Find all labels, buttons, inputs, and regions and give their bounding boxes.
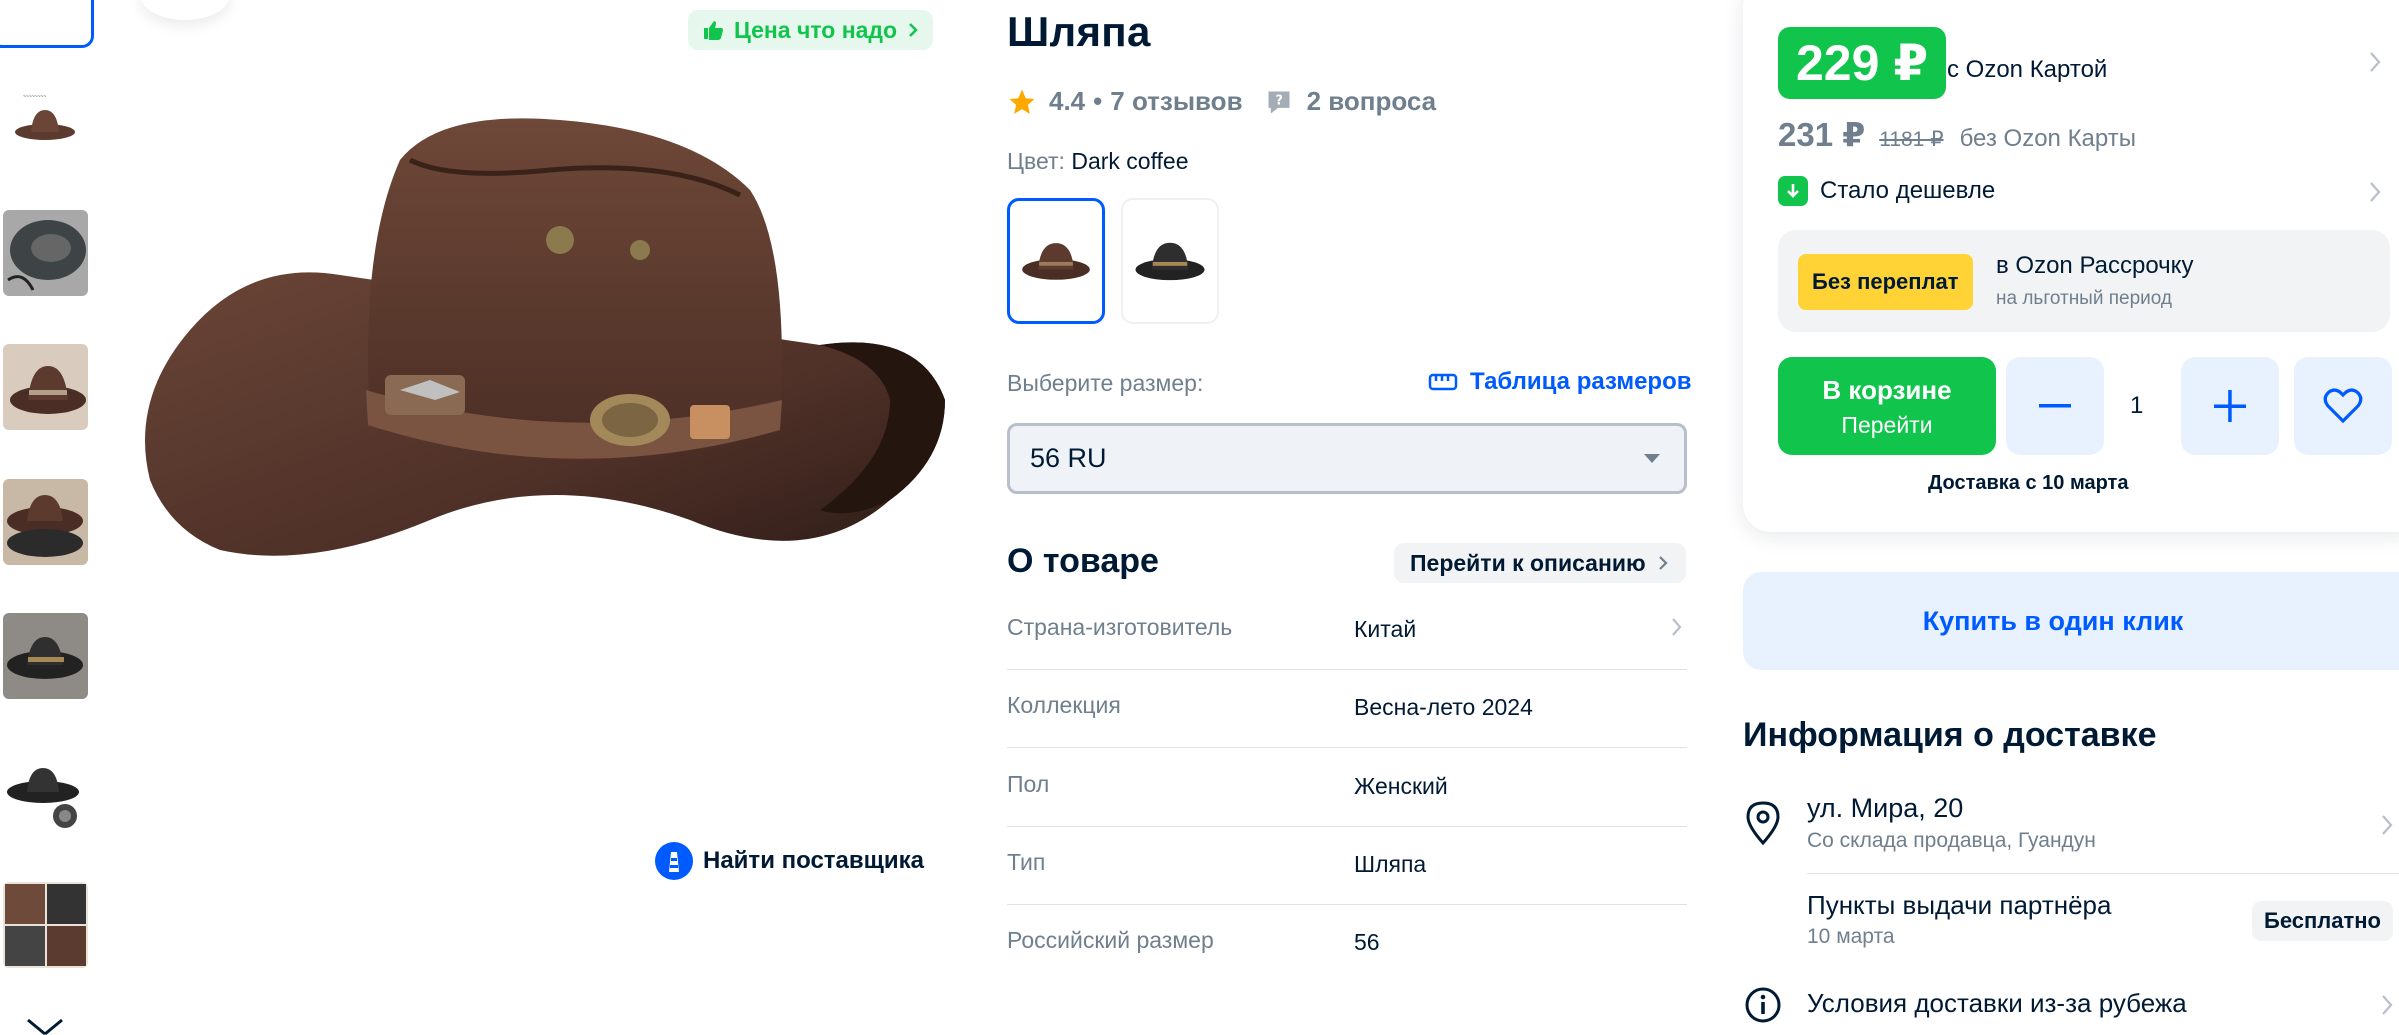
plus-icon — [2214, 390, 2246, 422]
arrow-down-icon — [1778, 176, 1808, 206]
product-title: Шляпа — [1007, 8, 1151, 55]
spec-row[interactable]: Страна-изготовитель Китай — [1007, 592, 1687, 670]
heart-icon — [2323, 388, 2363, 424]
size-table-label: Таблица размеров — [1470, 368, 1692, 395]
chevron-right-icon — [1672, 618, 1682, 636]
question-icon: ? — [1268, 91, 1290, 114]
chevron-down-icon — [1644, 454, 1660, 463]
find-supplier-label: Найти поставщика — [703, 847, 925, 874]
regular-price-row: 231 ₽ 1181 ₽ без Ozon Карты — [1778, 115, 2136, 154]
chevron-right-icon — [1658, 556, 1668, 570]
questions-link[interactable]: 2 вопроса — [1307, 86, 1437, 117]
spec-row: Пол Женский — [1007, 749, 1687, 827]
color-swatch-black[interactable] — [1121, 198, 1219, 324]
go-to-description-label: Перейти к описанию — [1410, 549, 1646, 576]
divider — [1807, 873, 2399, 874]
rating-value: 4.4 — [1049, 86, 1086, 116]
reviews-link[interactable]: 7 отзывов — [1110, 86, 1242, 117]
scroll-down-icon[interactable] — [20, 1012, 70, 1035]
buy-one-click-button[interactable]: Купить в один клик — [1743, 572, 2399, 670]
spec-key: Пол — [1007, 771, 1050, 797]
image-action-button[interactable] — [140, 0, 230, 20]
info-icon — [1745, 987, 1781, 1023]
color-value: Dark coffee — [1071, 148, 1189, 174]
spec-row: Коллекция Весна-лето 2024 — [1007, 670, 1687, 748]
go-to-cart-label: Перейти — [1841, 412, 1933, 438]
color-swatch-dark-coffee[interactable] — [1007, 198, 1105, 324]
decrease-quantity-button[interactable] — [2006, 357, 2104, 455]
thumbnail-5[interactable] — [3, 613, 88, 699]
delivery-date-hint: Доставка с 10 марта — [1928, 472, 2129, 494]
spec-value: Шляпа — [1354, 851, 1427, 877]
quantity-value: 1 — [2130, 392, 2144, 419]
spec-value: Весна-лето 2024 — [1354, 694, 1533, 720]
color-label-text: Цвет: — [1007, 148, 1065, 174]
installment-subtitle: на льготный период — [1996, 288, 2173, 309]
installment-banner[interactable]: Без переплат в Ozon Рассрочку на льготны… — [1778, 230, 2390, 332]
spec-row: Тип Шляпа — [1007, 827, 1687, 905]
thumbs-up-icon — [704, 21, 723, 40]
chevron-right-icon[interactable] — [2368, 180, 2382, 204]
spec-row: Российский размер 56 — [1007, 905, 1687, 983]
lighthouse-icon — [655, 842, 693, 880]
find-supplier-link[interactable]: Найти поставщика — [655, 842, 924, 880]
ruler-icon — [1428, 373, 1458, 391]
favorite-button[interactable] — [2294, 357, 2392, 455]
spec-key: Тип — [1007, 849, 1046, 875]
spec-value: Китай — [1354, 616, 1417, 642]
thumbnail-2[interactable] — [3, 210, 88, 296]
rating-row[interactable]: 4.4 • 7 отзывов ? 2 вопроса — [1007, 86, 1436, 117]
chevron-right-icon — [909, 23, 918, 37]
spec-value: Женский — [1354, 773, 1448, 799]
thumbnail-selected-frame — [0, 0, 94, 48]
thumbnail-3[interactable] — [3, 344, 88, 430]
thumbnail-6[interactable] — [3, 748, 88, 834]
chevron-right-icon[interactable] — [2380, 813, 2394, 837]
increase-quantity-button[interactable] — [2181, 357, 2279, 455]
in-cart-button[interactable]: В корзине Перейти — [1778, 357, 1996, 455]
thumbnail-4[interactable] — [3, 479, 88, 565]
product-main-image[interactable] — [130, 100, 950, 580]
size-label: Выберите размер: — [1007, 370, 1204, 396]
size-table-link[interactable]: Таблица размеров — [1428, 368, 1692, 396]
delivery-address[interactable]: ул. Мира, 20 — [1807, 793, 1963, 824]
go-to-description-button[interactable]: Перейти к описанию — [1394, 543, 1686, 583]
chevron-right-icon[interactable] — [2368, 50, 2382, 74]
size-select[interactable]: 56 RU — [1007, 423, 1687, 494]
spec-key: Страна-изготовитель — [1007, 614, 1233, 640]
rating-separator: • — [1093, 86, 1103, 116]
delivery-origin: Со склада продавца, Гуандун — [1807, 829, 2096, 852]
ozon-card-label: с Ozon Картой — [1947, 56, 2108, 83]
spec-value: 56 — [1354, 929, 1380, 955]
pickup-date: 10 марта — [1807, 925, 1895, 948]
about-title: О товаре — [1007, 542, 1159, 580]
svg-text:?: ? — [1275, 93, 1282, 108]
good-price-label: Цена что надо — [734, 16, 898, 43]
old-price: 1181 ₽ — [1879, 128, 1944, 151]
color-label: Цвет: Dark coffee — [1007, 148, 1189, 175]
good-price-badge[interactable]: Цена что надо — [688, 10, 934, 50]
price-dropped-row[interactable]: Стало дешевле — [1778, 176, 1995, 206]
regular-price-label: без Ozon Карты — [1959, 125, 2136, 152]
size-select-value: 56 RU — [1030, 443, 1107, 473]
pickup-price-badge: Бесплатно — [2252, 901, 2393, 941]
spec-key: Российский размер — [1007, 927, 1214, 953]
regular-price: 231 ₽ — [1778, 116, 1866, 153]
delivery-info-title: Информация о доставке — [1743, 716, 2157, 754]
price-dropped-label: Стало дешевле — [1820, 177, 1996, 204]
minus-icon — [2039, 404, 2071, 408]
thumbnail-1[interactable]: ~~~~~~~~ — [3, 88, 88, 150]
ozon-card-price: 229 ₽ — [1778, 27, 1947, 99]
thumbnail-7[interactable] — [3, 882, 88, 968]
spec-key: Коллекция — [1007, 692, 1121, 718]
pickup-points-label: Пункты выдачи партнёра — [1807, 890, 2112, 920]
in-cart-label: В корзине — [1822, 375, 1952, 405]
installment-tag: Без переплат — [1798, 254, 1973, 310]
installment-title: в Ozon Рассрочку — [1996, 252, 2194, 279]
abroad-delivery-terms[interactable]: Условия доставки из-за рубежа — [1807, 988, 2187, 1019]
chevron-right-icon[interactable] — [2380, 993, 2394, 1017]
star-icon — [1009, 89, 1035, 114]
location-pin-icon — [1746, 801, 1780, 846]
svg-text:~~~~~~~~: ~~~~~~~~ — [23, 94, 46, 100]
